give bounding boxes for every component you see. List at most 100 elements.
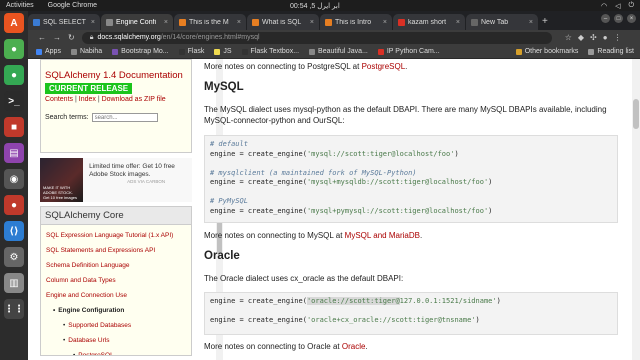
bookmark-item[interactable]: Apps (36, 48, 61, 55)
browser-tab[interactable]: SQL SELECT × (28, 14, 100, 30)
reload-icon[interactable]: ↻ (68, 33, 75, 42)
carbon-ad[interactable]: MAKE IT WITH ADOBE STOCK. Get 10 free im… (40, 158, 192, 202)
close-window-icon[interactable]: × (627, 14, 636, 23)
tab-close-icon[interactable]: × (164, 19, 168, 26)
toc-item-label: SQL Statements and Expressions API (46, 247, 156, 254)
app-menu[interactable]: Google Chrome (48, 2, 97, 9)
ubuntu-software-icon[interactable]: A (4, 13, 24, 33)
tab-close-icon[interactable]: × (456, 19, 460, 26)
toc-item[interactable]: • Supported Databases (46, 318, 191, 333)
url-host: docs.sqlalchemy.org (97, 34, 161, 41)
browser-tab[interactable]: What is SQL × (247, 14, 319, 30)
screen-recorder-icon[interactable]: ■ (4, 117, 24, 137)
settings-icon[interactable]: ⚙ (4, 247, 24, 267)
bookmark-item[interactable]: Beautiful Java... (309, 48, 368, 55)
browser-tab[interactable]: kazam short × (393, 14, 465, 30)
search-input[interactable] (91, 113, 158, 122)
camera-icon[interactable]: ◉ (4, 169, 24, 189)
clock[interactable]: 00:54 ,5 ابر ایرل (290, 2, 340, 10)
bookmark-item[interactable]: Flask (178, 48, 204, 55)
power-icon[interactable]: ⏻ (628, 2, 634, 10)
recorder-icon[interactable]: ● (4, 195, 24, 215)
browser-tab[interactable]: New Tab × (466, 14, 538, 30)
toc-item[interactable]: Engine and Connection Use (46, 288, 191, 303)
toc-item[interactable]: • Engine Configuration (46, 303, 191, 318)
toc-item-label: Column and Data Types (46, 277, 116, 284)
vscode-icon[interactable]: ⟨⟩ (4, 221, 24, 241)
mysql-note: More notes on connecting to MySQL at MyS… (204, 231, 423, 240)
minimize-icon[interactable]: – (601, 14, 610, 23)
tab-close-icon[interactable]: × (91, 19, 95, 26)
page-scroll-thumb[interactable] (633, 99, 639, 129)
toc-item[interactable]: Schema Definition Language (46, 258, 191, 273)
extension-icon[interactable]: ◆ (578, 33, 584, 42)
toc-item[interactable]: Column and Data Types (46, 273, 191, 288)
code-text: ) (454, 149, 459, 158)
docs-title-link[interactable]: SQLAlchemy 1.4 Documentation (45, 70, 187, 81)
oracle-link[interactable]: Oracle (342, 342, 366, 351)
tab-close-icon[interactable]: × (237, 19, 241, 26)
url-input[interactable]: 🔒︎ docs.sqlalchemy.org/en/14/core/engine… (81, 31, 552, 44)
puzzle-icon[interactable]: ✣ (590, 33, 597, 42)
chrome-icon[interactable]: ● (4, 39, 24, 59)
docs-sidebar: SQLAlchemy 1.4 Documentation CURRENT REL… (40, 59, 192, 360)
mysql-mariadb-link[interactable]: MySQL and MariaDB (345, 231, 420, 240)
postgresql-link[interactable]: PostgreSQL (362, 62, 406, 71)
index-link[interactable]: Index (79, 96, 96, 103)
code-string: 127.0.0.1:1521/sidname' (399, 297, 497, 305)
main-content: More notes on connecting to PostgreSQL a… (204, 59, 634, 360)
ad-image-text: MAKE IT WITH ADOBE STOCK. (43, 185, 73, 195)
lock-icon[interactable]: 🔒︎ (90, 34, 94, 42)
tab-close-icon[interactable]: × (383, 19, 387, 26)
bookmark-star-icon[interactable]: ☆ (565, 33, 572, 42)
bookmark-favicon-icon (70, 48, 77, 55)
maximize-icon[interactable]: □ (614, 14, 623, 23)
bookmark-favicon-icon (241, 48, 248, 55)
reading-list-label: Reading list (597, 48, 634, 55)
bookmark-item[interactable]: JS (214, 48, 232, 55)
ad-text[interactable]: Limited time offer: Get 10 free Adobe St… (89, 158, 192, 179)
new-tab-button[interactable]: + (542, 16, 548, 27)
browser-tab[interactable]: Engine Confi × (101, 14, 173, 30)
toc-item[interactable]: SQL Expression Language Tutorial (1.x AP… (46, 228, 191, 243)
terminal-icon[interactable]: >_ (4, 91, 24, 111)
address-bar: ← → ↻ 🔒︎ docs.sqlalchemy.org/en/14/core/… (28, 30, 640, 45)
page-scrollbar[interactable] (632, 59, 640, 360)
bookmark-item[interactable]: Flask Textbox... (241, 48, 299, 55)
files-icon[interactable]: ▤ (4, 143, 24, 163)
system-tray[interactable]: ◠ ◁ ⏻ (601, 2, 634, 10)
wifi-icon[interactable]: ◠ (601, 2, 607, 10)
activities-button[interactable]: Activities (6, 2, 34, 9)
bookmark-label: Apps (45, 48, 61, 55)
menu-icon[interactable]: ⋮ (614, 33, 622, 42)
profile-icon[interactable]: ● (603, 33, 608, 42)
volume-icon[interactable]: ◁ (615, 2, 620, 10)
browser-tab[interactable]: This is Intro × (320, 14, 392, 30)
postgresql-note-text: More notes on connecting to PostgreSQL a… (204, 62, 362, 71)
mysql-note-text: More notes on connecting to MySQL at (204, 231, 345, 240)
toc-item[interactable]: • PostgreSQL (46, 348, 191, 355)
bookmark-item[interactable]: Nabiha (70, 48, 102, 55)
toc-item[interactable]: • Database Urls (46, 333, 191, 348)
chrome-alt-icon[interactable]: ● (4, 65, 24, 85)
bookmark-favicon-icon (178, 48, 185, 55)
ad-image[interactable]: MAKE IT WITH ADOBE STOCK. Get 10 free im… (40, 158, 84, 202)
tab-close-icon[interactable]: × (529, 19, 533, 26)
bookmark-item[interactable]: IP Python Cam... (377, 48, 440, 55)
contents-link[interactable]: Contents (45, 96, 73, 103)
back-icon[interactable]: ← (38, 33, 46, 42)
toc-heading[interactable]: SQLAlchemy Core (41, 207, 191, 225)
browser-tab[interactable]: This is the M × (174, 14, 246, 30)
bookmark-favicon-icon (112, 48, 119, 55)
reading-list[interactable]: Reading list (588, 48, 634, 55)
apps-grid-icon[interactable]: ⋮⋮ (4, 299, 24, 319)
other-bookmarks[interactable]: Other bookmarks (515, 48, 578, 55)
ad-credit[interactable]: ADS VIA CARBON (127, 179, 192, 184)
bookmark-item[interactable]: Bootstrap Mo... (112, 48, 169, 55)
forward-icon[interactable]: → (53, 33, 61, 42)
trash-icon[interactable]: ▥ (4, 273, 24, 293)
toc-item[interactable]: SQL Statements and Expressions API (46, 243, 191, 258)
download-zip-link[interactable]: Download as ZIP file (102, 96, 166, 103)
tab-close-icon[interactable]: × (310, 19, 314, 26)
